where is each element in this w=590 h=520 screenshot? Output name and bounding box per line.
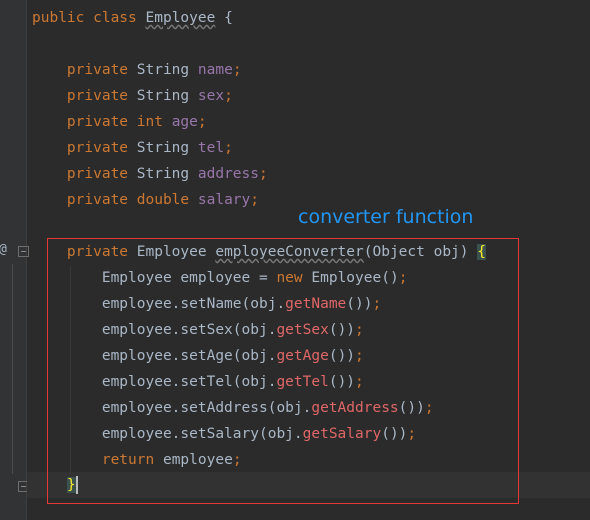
field-modifier: private: [66, 62, 129, 78]
field-type: int: [136, 114, 163, 130]
field-type: String: [136, 166, 190, 182]
code-line-field[interactable]: private int age;: [32, 109, 207, 135]
field-name: address: [197, 166, 259, 182]
code-line-class-declaration[interactable]: public class Employee {: [32, 5, 233, 31]
fold-range-line: [12, 264, 13, 474]
field-name: salary: [197, 192, 251, 208]
field-name: sex: [197, 88, 225, 104]
gutter-divider: [26, 0, 27, 520]
field-modifier: private: [66, 140, 129, 156]
code-line-field[interactable]: private double salary;: [32, 187, 259, 213]
code-line-field[interactable]: private String sex;: [32, 83, 233, 109]
field-name: name: [197, 62, 233, 78]
class-keyword: public class: [32, 10, 137, 26]
class-open-brace: {: [224, 10, 233, 26]
field-type: String: [136, 140, 190, 156]
code-line-field[interactable]: private String address;: [32, 161, 268, 187]
class-name: Employee: [145, 10, 216, 26]
editor-gutter: [0, 0, 26, 520]
field-type: String: [136, 88, 190, 104]
method-highlight-box: [47, 238, 519, 504]
field-type: double: [136, 192, 190, 208]
annotation-label: converter function: [298, 206, 474, 228]
code-editor[interactable]: @ public class Employee { private String…: [0, 0, 590, 520]
code-line-field[interactable]: private String name;: [32, 57, 242, 83]
field-name: age: [171, 114, 198, 130]
field-modifier: private: [66, 192, 129, 208]
override-marker-icon[interactable]: @: [0, 242, 7, 257]
code-line-field[interactable]: private String tel;: [32, 135, 233, 161]
field-modifier: private: [66, 166, 129, 182]
field-modifier: private: [66, 114, 129, 130]
field-name: tel: [197, 140, 225, 156]
field-modifier: private: [66, 88, 129, 104]
field-type: String: [136, 62, 190, 78]
fold-collapse-icon[interactable]: [18, 246, 29, 257]
